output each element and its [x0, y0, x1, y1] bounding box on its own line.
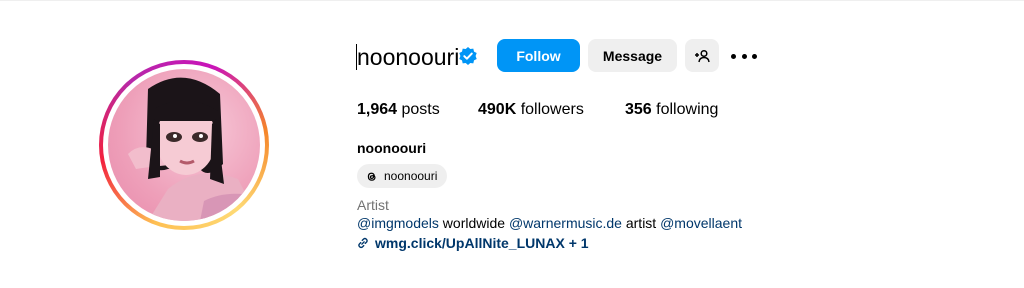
- followers-label: followers: [520, 101, 584, 118]
- mention-link[interactable]: @warnermusic.de: [509, 215, 622, 231]
- posts-label: posts: [401, 101, 440, 118]
- external-link[interactable]: wmg.click/UpAllNite_LUNAX + 1: [357, 235, 589, 251]
- mention-link[interactable]: @imgmodels: [357, 215, 439, 231]
- message-button[interactable]: Message: [588, 39, 677, 72]
- verified-badge-icon: [459, 47, 477, 65]
- link-icon: [358, 237, 368, 249]
- threads-icon: [367, 172, 376, 181]
- suggest-accounts-button[interactable]: [685, 39, 719, 72]
- followers-stat[interactable]: 490K followers: [478, 100, 584, 120]
- avatar-illustration: [128, 77, 260, 221]
- mention-link[interactable]: @movellaent: [660, 215, 742, 231]
- bio-text: @imgmodels worldwide @warnermusic.de art…: [357, 215, 742, 231]
- avatar-image: [108, 69, 260, 221]
- full-name: noonoouri: [357, 140, 427, 156]
- threads-handle: noonoouri: [384, 169, 438, 183]
- top-divider: [0, 0, 1024, 1]
- external-link-text: wmg.click/UpAllNite_LUNAX + 1: [375, 235, 589, 251]
- threads-link[interactable]: noonoouri: [357, 164, 448, 188]
- following-count: 356: [625, 101, 652, 118]
- following-label: following: [656, 101, 719, 118]
- bio-segment: artist: [621, 215, 661, 231]
- posts-stat[interactable]: 1,964 posts: [357, 100, 440, 120]
- profile-avatar[interactable]: [99, 60, 269, 230]
- profile-category: Artist: [357, 197, 389, 213]
- follow-button[interactable]: Follow: [497, 39, 580, 72]
- bio-segment: worldwide: [438, 215, 509, 231]
- more-options-icon[interactable]: [731, 46, 757, 66]
- following-stat[interactable]: 356 following: [625, 100, 718, 120]
- followers-count: 490K: [478, 101, 517, 118]
- add-user-icon: [695, 49, 710, 62]
- posts-count: 1,964: [357, 101, 398, 118]
- username: noonoouri: [357, 44, 460, 70]
